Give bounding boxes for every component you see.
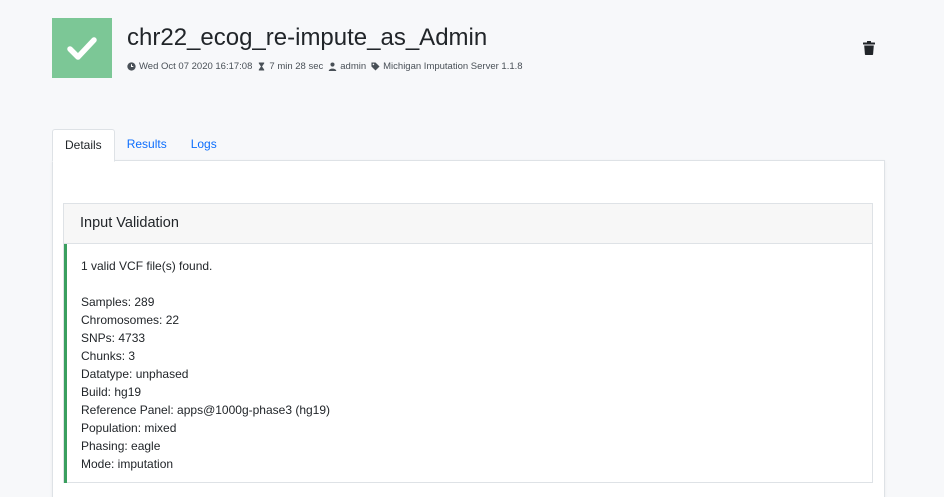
check-icon (67, 37, 97, 60)
delete-job-trash-icon[interactable] (863, 41, 875, 55)
input-validation-body: 1 valid VCF file(s) found. Samples: 289 … (64, 244, 872, 483)
job-title: chr22_ecog_re-impute_as_Admin (127, 24, 488, 51)
validation-line-chromosomes: Chromosomes: 22 (81, 313, 180, 327)
hourglass-icon (259, 62, 265, 71)
validation-line-reference-panel: Reference Panel: apps@1000g-phase3 (hg19… (81, 403, 331, 417)
validation-line-samples: Samples: 289 (81, 295, 155, 309)
meta-user-text: admin (340, 61, 367, 72)
validation-line-snps: SNPs: 4733 (81, 331, 146, 345)
tag-icon (371, 62, 380, 71)
job-tabs: Details Results Logs (52, 129, 229, 162)
validation-line-phasing: Phasing: eagle (81, 439, 161, 453)
meta-user: admin (328, 61, 366, 72)
user-icon (328, 62, 337, 71)
input-validation-card: Input Validation 1 valid VCF file(s) fou… (63, 203, 873, 483)
job-status-badge (52, 18, 112, 78)
details-panel: Input Validation 1 valid VCF file(s) fou… (52, 160, 885, 497)
tab-results[interactable]: Results (115, 129, 179, 161)
tab-logs[interactable]: Logs (179, 129, 229, 161)
validation-line-mode: Mode: imputation (81, 457, 174, 471)
validation-line-chunks: Chunks: 3 (81, 349, 136, 363)
meta-date-text: Wed Oct 07 2020 16:17:08 (139, 61, 253, 72)
meta-duration: 7 min 28 sec (257, 61, 323, 72)
meta-date: Wed Oct 07 2020 16:17:08 (127, 61, 252, 72)
validation-summary: 1 valid VCF file(s) found. (81, 259, 213, 273)
tab-details[interactable]: Details (52, 129, 115, 162)
meta-server: Michigan Imputation Server 1.1.8 (371, 61, 523, 72)
job-meta: Wed Oct 07 2020 16:17:08 7 min 28 sec ad… (127, 61, 528, 72)
validation-line-datatype: Datatype: unphased (81, 367, 189, 381)
input-validation-header: Input Validation (64, 204, 872, 244)
meta-duration-text: 7 min 28 sec (269, 61, 324, 72)
meta-server-text: Michigan Imputation Server 1.1.8 (383, 61, 523, 72)
validation-line-build: Build: hg19 (81, 385, 142, 399)
validation-line-population: Population: mixed (81, 421, 177, 435)
clock-icon (127, 62, 136, 71)
